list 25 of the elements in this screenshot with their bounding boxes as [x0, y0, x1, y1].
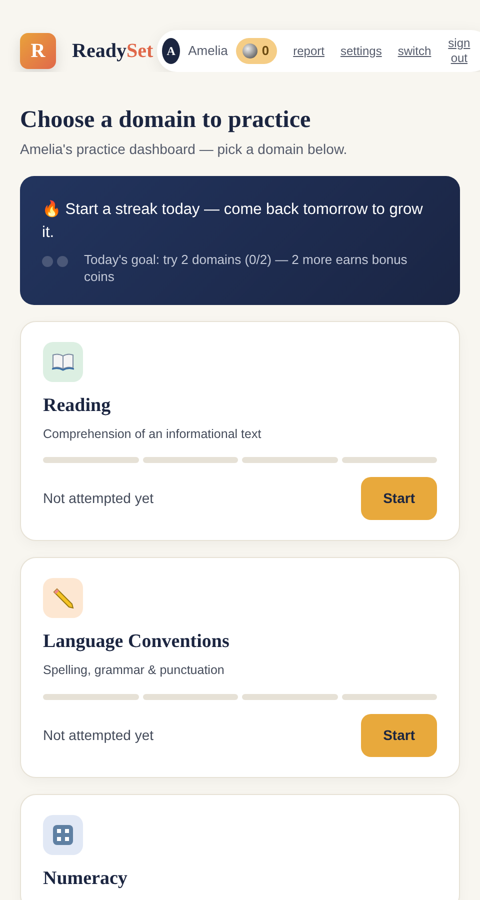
domain-description: Spelling, grammar & punctuation [43, 662, 226, 680]
nav-link[interactable]: settings [340, 44, 382, 58]
page-subtitle: Amelia's practice dashboard — pick a domain below. [20, 140, 348, 159]
number-tile-icon [52, 824, 74, 846]
domain-status: Not attempted yet [43, 726, 154, 746]
avatar: A [162, 38, 180, 64]
domain-description: Comprehension of an informational text [43, 426, 262, 443]
nav-link[interactable]: switch [398, 44, 432, 58]
domain-title: Numeracy [43, 869, 128, 890]
book-icon [52, 352, 74, 371]
brand-name: ReadySet [72, 39, 154, 64]
nav-link[interactable]: report [293, 44, 324, 58]
nav-link[interactable]: sign out [447, 36, 472, 66]
pencil-icon [52, 587, 74, 610]
domain-status: Not attempted yet [43, 489, 154, 508]
streak-message: 🔥 Start a streak today — come back tomorrow to grow it. [42, 199, 424, 244]
start-button[interactable]: Start [361, 477, 437, 520]
start-button[interactable]: Start [361, 714, 437, 758]
coin-icon [242, 43, 258, 59]
domain-title: Language Conventions [43, 632, 230, 654]
user-name: Amelia [188, 42, 228, 60]
page-title: Choose a domain to practice [20, 106, 312, 135]
domain-title: Reading [43, 396, 112, 417]
goal-text: Today's goal: try 2 domains (0/2) — 2 more earns bonus coins [84, 252, 408, 285]
coin-badge: 0 [236, 38, 278, 64]
